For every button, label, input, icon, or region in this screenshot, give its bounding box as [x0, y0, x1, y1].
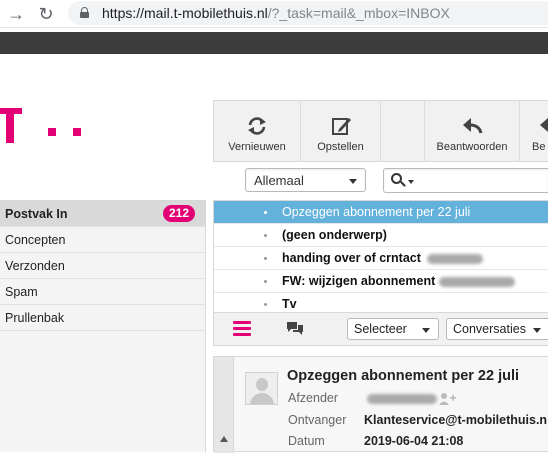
chevron-up-icon[interactable] — [220, 436, 228, 442]
to-value: Klanteservice@t-mobilethuis.nl — [364, 413, 548, 427]
compose-label: Opstellen — [317, 141, 364, 153]
folder-spam[interactable]: Spam — [0, 279, 205, 305]
url-path: /?_task=mail&_mbox=INBOX — [267, 5, 450, 21]
folder-drafts[interactable]: Concepten — [0, 227, 205, 253]
add-contact-icon[interactable] — [438, 392, 456, 406]
folder-label: Prullenbak — [5, 311, 65, 325]
refresh-label: Vernieuwen — [228, 141, 286, 153]
threads-icon[interactable] — [286, 321, 304, 337]
message-row[interactable]: (geen onderwerp) — [214, 224, 548, 247]
reply-all-icon — [540, 118, 548, 132]
message-row[interactable]: FW: wijzigen abonnement — [214, 270, 548, 293]
unread-dot-icon — [264, 303, 267, 306]
to-label: Ontvanger — [288, 413, 347, 427]
refresh-icon — [248, 117, 266, 135]
chevron-down-icon — [422, 328, 430, 333]
reply-button[interactable]: Beantwoorden — [425, 101, 520, 161]
browser-chrome: → ↻ https://mail.t-mobilethuis.nl/?_task… — [0, 0, 548, 28]
compose-icon — [331, 118, 351, 135]
message-subject: handing over of crntact — [282, 251, 421, 265]
url-text: https://mail.t-mobilethuis.nl/?_task=mai… — [102, 5, 450, 21]
message-row[interactable]: handing over of crntact — [214, 247, 548, 270]
preview-collapse-strip — [214, 357, 234, 453]
folder-label: Postvak In — [5, 207, 68, 221]
folder-inbox[interactable]: Postvak In 212 — [0, 201, 205, 227]
toolbar-spacer — [381, 101, 425, 161]
url-host: https://mail.t-mobilethuis.nl — [102, 5, 268, 21]
folder-trash[interactable]: Prullenbak — [0, 305, 205, 331]
list-footer: Selecteer Conversaties — [213, 312, 548, 346]
message-subject: FW: wijzigen abonnement — [282, 274, 436, 288]
forward-icon[interactable]: → — [6, 4, 26, 24]
address-bar[interactable]: https://mail.t-mobilethuis.nl/?_task=mai… — [68, 1, 548, 25]
message-subject: Opzeggen abonnement per 22 juli — [282, 205, 471, 219]
chevron-down-icon — [349, 179, 357, 184]
message-subject: Tv — [282, 297, 297, 311]
redacted-text — [438, 276, 515, 287]
filter-select[interactable]: Allemaal — [245, 168, 366, 192]
folder-label: Concepten — [5, 233, 66, 247]
mail-toolbar: Vernieuwen Opstellen Beantwoorden Be — [213, 100, 548, 162]
avatar — [245, 372, 278, 405]
top-banner — [0, 32, 548, 54]
folder-list: Postvak In 212 Concepten Verzonden Spam … — [0, 200, 206, 452]
refresh-button[interactable]: Vernieuwen — [214, 101, 301, 161]
message-preview: Opzeggen abonnement per 22 juli Afzender… — [213, 356, 548, 453]
unread-dot-icon — [264, 280, 267, 283]
select-menu[interactable]: Selecteer — [347, 318, 439, 340]
threads-label: Conversaties — [453, 322, 526, 336]
select-label: Selecteer — [354, 322, 407, 336]
unread-dot-icon — [264, 211, 267, 214]
filter-selected-value: Allemaal — [254, 173, 304, 188]
reply-icon — [463, 118, 483, 134]
chevron-down-icon — [533, 328, 541, 333]
message-subject: (geen onderwerp) — [282, 228, 387, 242]
search-input[interactable] — [383, 168, 548, 193]
folder-sent[interactable]: Verzonden — [0, 253, 205, 279]
unread-count-badge: 212 — [162, 205, 195, 222]
compose-button[interactable]: Opstellen — [301, 101, 381, 161]
reply-label: Beantwoorden — [436, 141, 508, 153]
date-value: 2019-06-04 21:08 — [364, 434, 464, 448]
message-row[interactable]: Opzeggen abonnement per 22 juli — [214, 201, 548, 224]
redacted-sender — [367, 394, 437, 404]
unread-dot-icon — [264, 234, 267, 237]
menu-icon[interactable] — [233, 321, 251, 337]
folder-label: Spam — [5, 285, 38, 299]
threads-menu[interactable]: Conversaties — [446, 318, 548, 340]
preview-subject: Opzeggen abonnement per 22 juli — [287, 368, 520, 384]
folder-label: Verzonden — [5, 259, 65, 273]
from-label: Afzender — [288, 391, 339, 405]
unread-dot-icon — [264, 257, 267, 260]
reload-icon[interactable]: ↻ — [36, 4, 56, 24]
lock-icon — [80, 7, 89, 18]
reply-all-button[interactable]: Be — [520, 101, 548, 161]
reply-all-label: Be — [532, 141, 546, 153]
date-label: Datum — [288, 434, 325, 448]
redacted-text — [427, 253, 484, 264]
